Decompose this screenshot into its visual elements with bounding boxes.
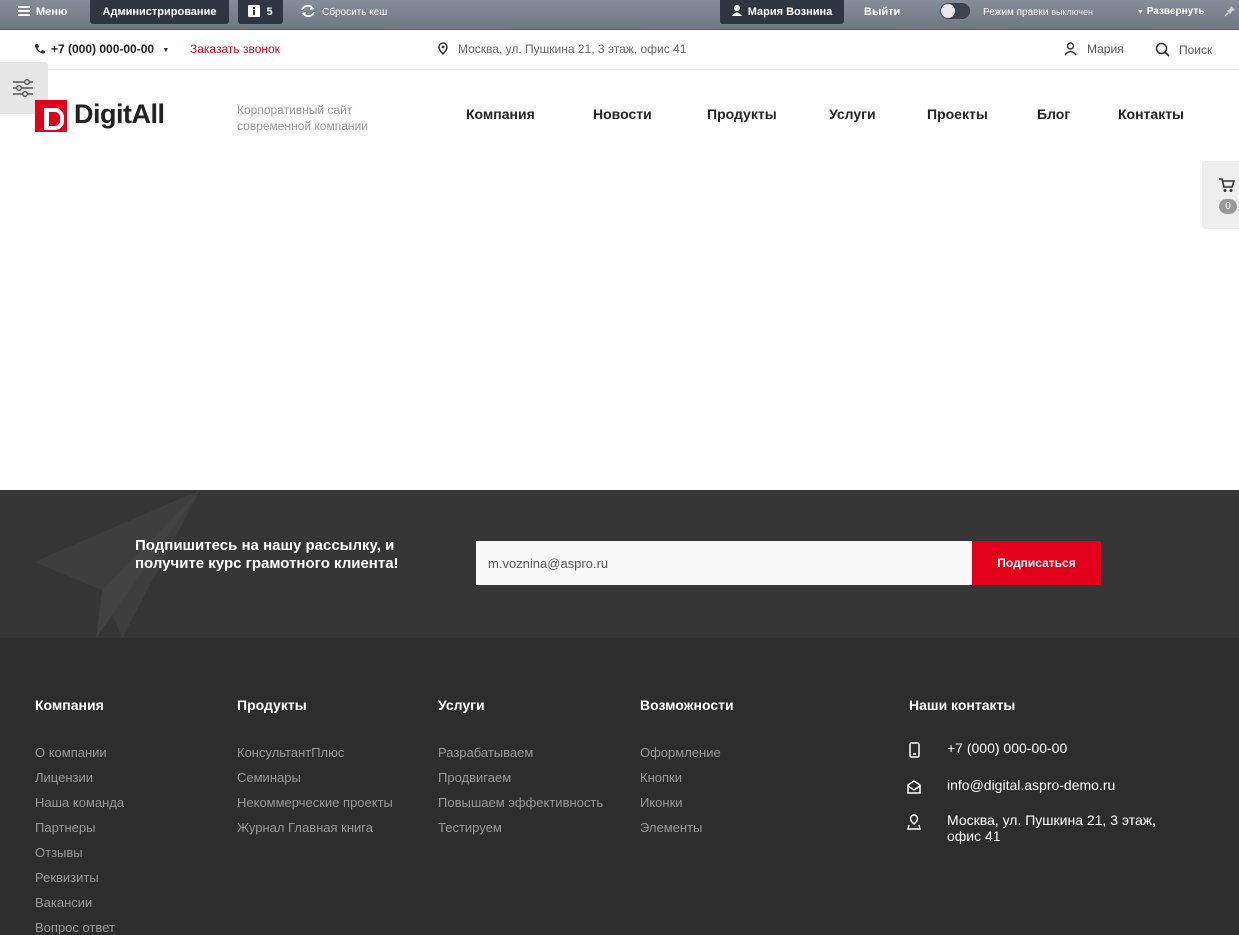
admin-user-button[interactable]: Мария Вознина	[720, 0, 844, 24]
nav-item-products[interactable]: Продукты	[707, 106, 777, 122]
edit-mode-label: Режим правки выключен	[983, 7, 1093, 18]
phone-icon	[35, 44, 45, 54]
footer-link[interactable]: Оформление	[640, 745, 721, 760]
user-account-link[interactable]: Мария	[1064, 42, 1124, 56]
newsletter-section: Подпишитесь на нашу рассылку, и получите…	[0, 490, 1239, 638]
footer-address: Москва, ул. Пушкина 21, 3 этаж, офис 41	[947, 812, 1157, 844]
clear-cache-button[interactable]: Сбросить кеш	[300, 0, 387, 24]
search-icon	[1155, 42, 1170, 57]
footer-link[interactable]: Разрабатываем	[438, 745, 533, 760]
user-account-label: Мария	[1087, 42, 1124, 56]
footer-link[interactable]: Вопрос ответ	[35, 920, 115, 935]
footer-link[interactable]: О компании	[35, 745, 107, 760]
nav-item-blog[interactable]: Блог	[1037, 106, 1070, 122]
nav-item-company[interactable]: Компания	[466, 106, 535, 122]
cart-widget[interactable]: 0	[1202, 161, 1239, 229]
user-icon	[731, 5, 742, 16]
pin-toolbar-button[interactable]	[1224, 0, 1236, 24]
footer-link[interactable]: Повышаем эффективность	[438, 795, 603, 810]
site-tagline: Корпоративный сайт современной компании	[237, 103, 368, 133]
footer-heading-products[interactable]: Продукты	[237, 697, 307, 713]
location-pin-icon	[438, 42, 448, 56]
nav-item-services[interactable]: Услуги	[829, 106, 876, 122]
footer-link[interactable]: Элементы	[640, 820, 702, 835]
nav-item-projects[interactable]: Проекты	[927, 106, 988, 122]
caret-down-icon: ▼	[1137, 9, 1144, 16]
toggle-knob	[941, 4, 955, 18]
administration-button[interactable]: Администрирование	[90, 0, 229, 24]
clear-cache-label: Сбросить кеш	[322, 7, 388, 18]
notifications-count: 5	[266, 6, 273, 18]
top-info-bar: +7 (000) 000-00-00 ▼ Заказать звонок Мос…	[0, 30, 1239, 70]
site-footer: Компания О компании Лицензии Наша команд…	[0, 638, 1239, 935]
sliders-icon	[13, 79, 33, 97]
newsletter-email-input[interactable]	[476, 541, 972, 585]
nav-item-news[interactable]: Новости	[593, 106, 652, 122]
footer-link[interactable]: Реквизиты	[35, 870, 99, 885]
hamburger-icon	[18, 6, 30, 16]
footer-heading-services[interactable]: Услуги	[438, 697, 485, 713]
notifications-button[interactable]: 5	[238, 0, 283, 24]
user-icon	[1064, 42, 1077, 56]
footer-link[interactable]: Тестируем	[438, 820, 502, 835]
logo-mark[interactable]	[35, 100, 67, 132]
footer-email[interactable]: info@digital.aspro-demo.ru	[947, 777, 1187, 793]
header-address: Москва, ул. Пушкина 21, 3 этаж, офис 41	[438, 42, 686, 56]
admin-user-name: Мария Вознина	[747, 6, 833, 18]
refresh-icon	[301, 4, 315, 18]
header-phone[interactable]: +7 (000) 000-00-00 ▼	[34, 42, 169, 56]
cart-count-badge: 0	[1219, 199, 1237, 214]
mail-icon	[907, 780, 921, 794]
subscribe-button[interactable]: Подписаться	[972, 541, 1101, 585]
cart-icon	[1219, 178, 1235, 192]
newsletter-text: Подпишитесь на нашу рассылку, и получите…	[135, 537, 399, 572]
nav-item-contacts[interactable]: Контакты	[1118, 106, 1184, 122]
footer-link[interactable]: Некоммерческие проекты	[237, 795, 393, 810]
footer-link[interactable]: Вакансии	[35, 895, 92, 910]
footer-link[interactable]: Наша команда	[35, 795, 124, 810]
footer-link[interactable]: КонсультантПлюс	[237, 745, 344, 760]
mobile-phone-icon	[909, 742, 920, 758]
footer-link[interactable]: Партнеры	[35, 820, 95, 835]
admin-toolbar: Меню Администрирование 5 Сбросить кеш Ма…	[0, 0, 1239, 30]
footer-link[interactable]: Иконки	[640, 795, 683, 810]
footer-link[interactable]: Продвигаем	[438, 770, 511, 785]
footer-link[interactable]: Кнопки	[640, 770, 682, 785]
admin-menu-label: Меню	[36, 6, 68, 18]
search-label: Поиск	[1179, 43, 1213, 57]
footer-heading-company[interactable]: Компания	[35, 697, 104, 713]
pin-icon	[1224, 6, 1235, 17]
search-button[interactable]: Поиск	[1155, 42, 1212, 57]
header-address-text: Москва, ул. Пушкина 21, 3 этаж, офис 41	[458, 42, 687, 56]
footer-heading-features[interactable]: Возможности	[640, 697, 734, 713]
footer-link[interactable]: Семинары	[237, 770, 301, 785]
expand-toolbar-button[interactable]: ▼ Развернуть	[1137, 0, 1204, 24]
footer-link[interactable]: Отзывы	[35, 845, 83, 860]
footer-link[interactable]: Журнал Главная книга	[237, 820, 373, 835]
logo-text[interactable]: DigitAll	[74, 99, 165, 130]
callback-link[interactable]: Заказать звонок	[190, 42, 280, 56]
phone-dropdown-icon[interactable]: ▼	[162, 47, 169, 54]
notification-icon	[248, 5, 261, 17]
header-phone-number: +7 (000) 000-00-00	[51, 42, 155, 56]
footer-heading-contacts: Наши контакты	[909, 697, 1016, 713]
edit-mode-toggle[interactable]	[940, 3, 970, 19]
map-pin-icon	[907, 814, 921, 830]
admin-menu-button[interactable]: Меню	[18, 0, 67, 24]
footer-phone[interactable]: +7 (000) 000-00-00	[947, 740, 1187, 756]
logout-button[interactable]: Выйти	[864, 0, 900, 24]
footer-link[interactable]: Лицензии	[35, 770, 93, 785]
